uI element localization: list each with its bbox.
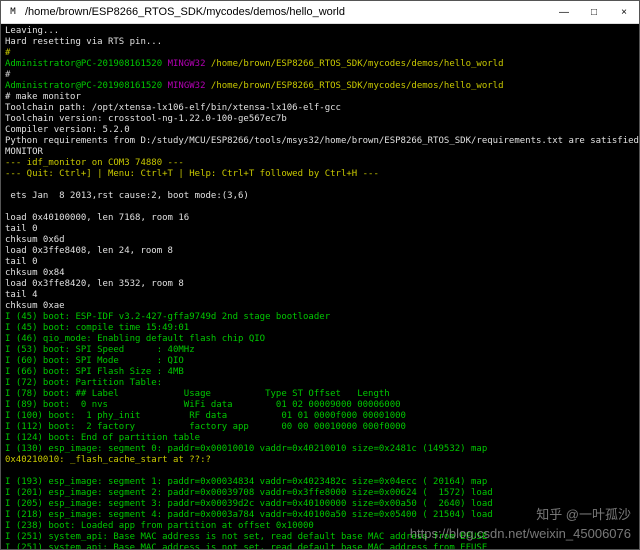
watermark: https://blog.csdn.net/weixin_45006076 — [410, 526, 631, 541]
line: # — [5, 48, 635, 59]
msys-icon: M — [5, 4, 21, 20]
line: load 0x3ffe8420, len 3532, room 8 — [5, 279, 635, 290]
minimize-button[interactable]: — — [549, 1, 579, 23]
line: I (112) boot: 2 factory factory app 00 0… — [5, 422, 635, 433]
path: /home/brown/ESP8266_RTOS_SDK/mycodes/dem… — [211, 81, 504, 91]
line: I (78) boot: ## Label Usage Type ST Offs… — [5, 389, 635, 400]
line: Toolchain path: /opt/xtensa-lx106-elf/bi… — [5, 103, 635, 114]
line: tail 0 — [5, 257, 635, 268]
env: MINGW32 — [168, 81, 211, 91]
close-button[interactable]: × — [609, 1, 639, 23]
window: M /home/brown/ESP8266_RTOS_SDK/mycodes/d… — [0, 0, 640, 550]
line: I (130) esp_image: segment 0: paddr=0x00… — [5, 444, 635, 455]
line: I (193) esp_image: segment 1: paddr=0x00… — [5, 477, 635, 488]
blank — [5, 180, 635, 191]
line: # — [5, 70, 635, 81]
line: I (89) boot: 0 nvs WiFi data 01 02 00009… — [5, 400, 635, 411]
line: I (60) boot: SPI Mode : QIO — [5, 356, 635, 367]
title: /home/brown/ESP8266_RTOS_SDK/mycodes/dem… — [25, 6, 549, 18]
watermark: 知乎 @一叶孤沙 — [536, 504, 631, 523]
prompt-line: Administrator@PC-201908161520 MINGW32 /h… — [5, 59, 635, 70]
line: # make monitor — [5, 92, 635, 103]
line: I (72) boot: Partition Table: — [5, 378, 635, 389]
line: I (201) esp_image: segment 2: paddr=0x00… — [5, 488, 635, 499]
line: Toolchain version: crosstool-ng-1.22.0-1… — [5, 114, 635, 125]
line: Python requirements from D:/study/MCU/ES… — [5, 136, 635, 147]
line: chksum 0xae — [5, 301, 635, 312]
line: load 0x3ffe8408, len 24, room 8 — [5, 246, 635, 257]
line: I (124) boot: End of partition table — [5, 433, 635, 444]
line: I (45) boot: ESP-IDF v3.2-427-gffa9749d … — [5, 312, 635, 323]
prompt-line: Administrator@PC-201908161520 MINGW32 /h… — [5, 81, 635, 92]
line: tail 0 — [5, 224, 635, 235]
window-controls: — □ × — [549, 1, 639, 23]
maximize-button[interactable]: □ — [579, 1, 609, 23]
line: I (251) system_api: Base MAC address is … — [5, 543, 635, 549]
line: I (53) boot: SPI Speed : 40MHz — [5, 345, 635, 356]
line: I (66) boot: SPI Flash Size : 4MB — [5, 367, 635, 378]
line: tail 4 — [5, 290, 635, 301]
path: /home/brown/ESP8266_RTOS_SDK/mycodes/dem… — [211, 59, 504, 69]
terminal[interactable]: Leaving... Hard resetting via RTS pin...… — [1, 24, 639, 549]
env: MINGW32 — [168, 59, 211, 69]
titlebar[interactable]: M /home/brown/ESP8266_RTOS_SDK/mycodes/d… — [1, 1, 639, 24]
line: I (45) boot: compile time 15:49:01 — [5, 323, 635, 334]
blank — [5, 466, 635, 477]
line: 0x40210010: _flash_cache_start at ??:? — [5, 455, 635, 466]
line: I (46) qio_mode: Enabling default flash … — [5, 334, 635, 345]
blank — [5, 202, 635, 213]
line: load 0x40100000, len 7168, room 16 — [5, 213, 635, 224]
user: Administrator@PC-201908161520 — [5, 59, 168, 69]
line: chksum 0x6d — [5, 235, 635, 246]
line: MONITOR — [5, 147, 635, 158]
line: ets Jan 8 2013,rst cause:2, boot mode:(3… — [5, 191, 635, 202]
line: Compiler version: 5.2.0 — [5, 125, 635, 136]
line: Leaving... — [5, 26, 635, 37]
user: Administrator@PC-201908161520 — [5, 81, 168, 91]
line: Hard resetting via RTS pin... — [5, 37, 635, 48]
line: --- Quit: Ctrl+] | Menu: Ctrl+T | Help: … — [5, 169, 635, 180]
line: --- idf_monitor on COM3 74880 --- — [5, 158, 635, 169]
line: I (100) boot: 1 phy_init RF data 01 01 0… — [5, 411, 635, 422]
line: chksum 0x84 — [5, 268, 635, 279]
